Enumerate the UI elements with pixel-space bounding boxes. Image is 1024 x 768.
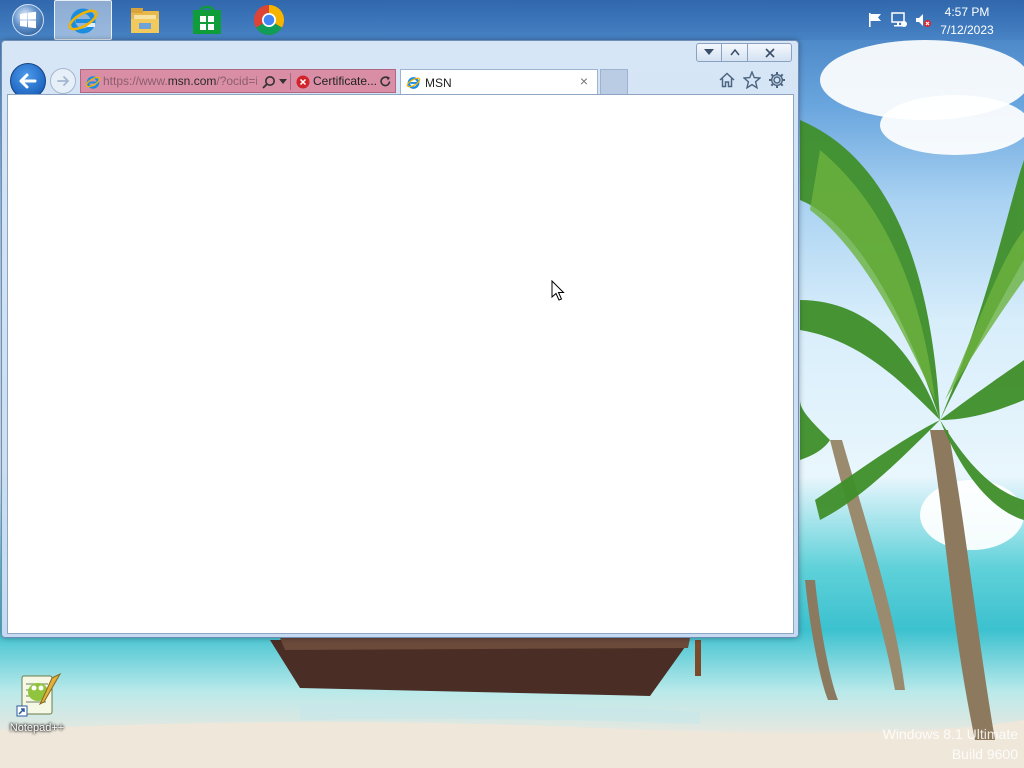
start-button[interactable] [9,4,47,36]
certificate-error-icon[interactable] [296,75,310,89]
desktop-icon-notepad-plus-plus[interactable]: Notepad++ [6,670,68,740]
home-button[interactable] [717,70,737,90]
tools-gear-icon [769,72,785,88]
search-icon[interactable] [262,75,276,89]
system-tray: 4:57 PM 7/12/2023 [854,0,1024,40]
store-icon [193,5,221,34]
address-separator [290,73,291,90]
internet-explorer-icon [85,76,101,89]
chrome-icon [253,4,285,36]
home-icon [719,72,735,88]
chevron-up-icon [729,49,740,56]
minimize-button[interactable] [696,43,722,62]
taskbar-internet-explorer[interactable] [54,0,112,40]
address-url[interactable]: https://www.msn.com/?ocid=ie [103,74,257,90]
close-button[interactable] [748,43,792,62]
new-tab-button[interactable] [600,69,628,95]
internet-explorer-icon [406,77,421,89]
mouse-cursor-icon [551,280,565,301]
windows-watermark: Windows 8.1 Ultimate Build 9600 [848,724,1018,764]
refresh-icon[interactable] [379,75,392,88]
tab-title: MSN [425,76,452,90]
tools-button[interactable] [767,70,787,90]
folder-icon [131,8,159,33]
tab-msn[interactable]: MSN × [400,69,598,95]
windows-logo-icon [12,4,44,36]
taskbar-file-explorer[interactable] [116,0,174,40]
maximize-button[interactable] [722,43,748,62]
page-content-area[interactable] [7,94,794,634]
volume-muted-icon[interactable] [914,11,932,29]
favorites-star-icon [743,71,761,89]
watermark-edition: Windows 8.1 Ultimate [882,726,1018,742]
clock-date: 7/12/2023 [940,23,994,37]
action-center-flag-icon[interactable] [866,11,884,29]
network-icon[interactable] [890,11,908,29]
tab-close-icon[interactable]: × [577,74,591,88]
chevron-down-icon [704,49,714,55]
arrow-right-icon [57,76,70,86]
desktop-icon-label: Notepad++ [9,722,65,734]
certificate-error-label[interactable]: Certificate... [313,74,377,88]
arrow-left-icon [19,73,37,89]
internet-explorer-window: https://www.msn.com/?ocid=ie Certificate… [1,40,799,638]
watermark-build: Build 9600 [951,746,1018,762]
window-controls [696,43,792,62]
dropdown-arrow-icon[interactable] [279,79,287,85]
forward-button[interactable] [50,68,76,94]
clock-time: 4:57 PM [944,5,990,19]
taskbar-chrome[interactable] [240,0,298,40]
close-icon [764,47,775,58]
taskbar-store[interactable] [178,0,236,40]
favorites-button[interactable] [742,70,762,90]
address-bar[interactable]: https://www.msn.com/?ocid=ie Certificate… [80,69,396,93]
notepad-plus-plus-icon [16,672,62,717]
taskbar: 4:57 PM 7/12/2023 [0,0,1024,40]
internet-explorer-icon [68,8,98,34]
taskbar-clock[interactable]: 4:57 PM 7/12/2023 [932,4,1002,38]
